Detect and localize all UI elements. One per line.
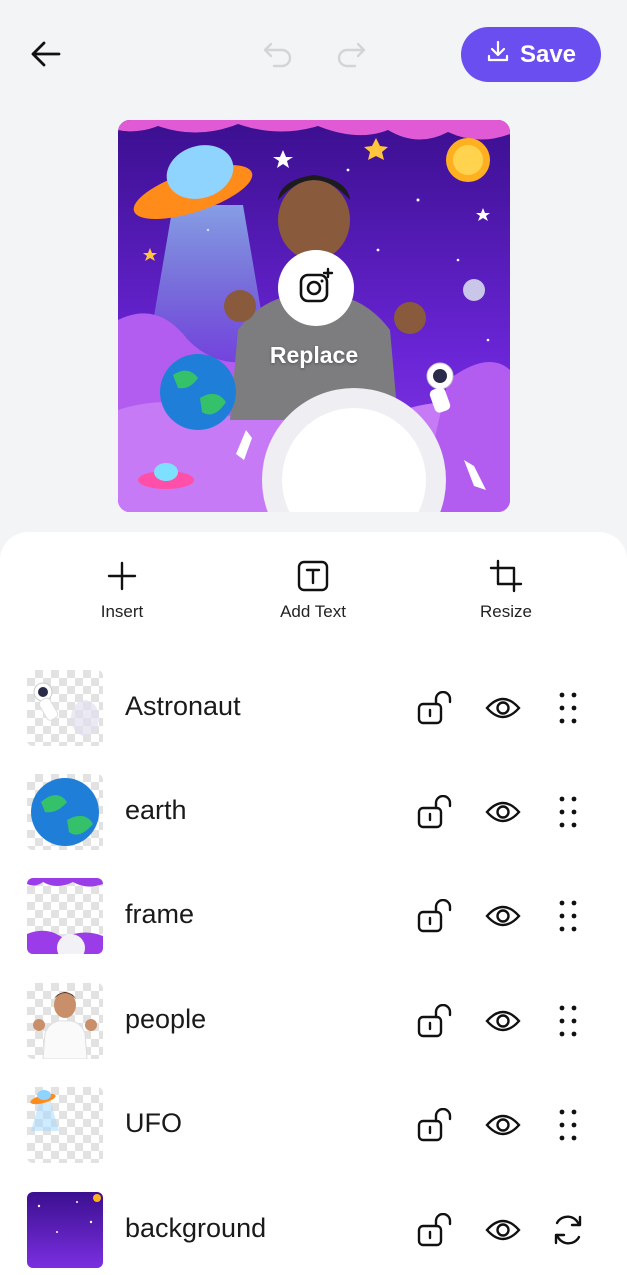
unlock-icon[interactable] (415, 792, 455, 832)
add-photo-icon (297, 267, 335, 310)
layer-name: background (125, 1213, 267, 1243)
layer-thumbnail (27, 1087, 103, 1163)
layer-thumbnail (27, 670, 103, 746)
layer-row-astronaut[interactable]: Astronaut (0, 663, 627, 753)
plus-icon (106, 556, 138, 596)
replace-label: Replace (269, 342, 359, 368)
visibility-eye-icon[interactable] (483, 792, 523, 832)
drag-handle-icon[interactable] (548, 896, 588, 936)
layer-name: people (125, 1004, 207, 1034)
unlock-icon[interactable] (415, 896, 455, 936)
layer-name: UFO (125, 1108, 182, 1138)
add-text-label: Add Text (280, 602, 346, 621)
redo-icon[interactable] (328, 34, 374, 74)
insert-label: Insert (100, 602, 144, 621)
drag-handle-icon[interactable] (548, 792, 588, 832)
layer-row-people[interactable]: people (0, 976, 627, 1066)
visibility-eye-icon[interactable] (483, 896, 523, 936)
unlock-icon[interactable] (415, 1105, 455, 1145)
text-box-icon (296, 556, 330, 596)
visibility-eye-icon[interactable] (483, 1210, 523, 1250)
layer-row-frame[interactable]: frame (0, 871, 627, 961)
crop-icon (489, 556, 523, 596)
replace-photo-button[interactable] (278, 250, 354, 326)
layer-thumbnail (27, 878, 103, 954)
layer-row-earth[interactable]: earth (0, 767, 627, 857)
save-label: Save (519, 40, 577, 68)
drag-handle-icon[interactable] (548, 1105, 588, 1145)
add-text-button[interactable]: Add Text (243, 556, 383, 628)
top-bar: Save (0, 0, 627, 110)
unlock-icon[interactable] (415, 1210, 455, 1250)
layer-thumbnail (27, 1192, 103, 1268)
layer-name: Astronaut (125, 691, 241, 721)
unlock-icon[interactable] (415, 1001, 455, 1041)
insert-button[interactable]: Insert (52, 556, 192, 628)
download-icon (486, 39, 510, 70)
back-arrow-icon[interactable] (22, 32, 70, 76)
unlock-icon[interactable] (415, 688, 455, 728)
visibility-eye-icon[interactable] (483, 1105, 523, 1145)
layer-thumbnail (27, 983, 103, 1059)
drag-handle-icon[interactable] (548, 688, 588, 728)
layer-thumbnail (27, 774, 103, 850)
layer-row-background[interactable]: background (0, 1185, 627, 1275)
layer-name: earth (125, 795, 187, 825)
replace-cycle-icon[interactable] (548, 1210, 588, 1250)
resize-label: Resize (480, 602, 532, 621)
save-button[interactable]: Save (461, 27, 601, 82)
visibility-eye-icon[interactable] (483, 688, 523, 728)
undo-icon[interactable] (255, 34, 301, 74)
layer-row-ufo[interactable]: UFO (0, 1080, 627, 1170)
visibility-eye-icon[interactable] (483, 1001, 523, 1041)
layer-name: frame (125, 899, 195, 929)
resize-button[interactable]: Resize (436, 556, 576, 628)
drag-handle-icon[interactable] (548, 1001, 588, 1041)
design-canvas[interactable]: Replace (118, 120, 510, 512)
